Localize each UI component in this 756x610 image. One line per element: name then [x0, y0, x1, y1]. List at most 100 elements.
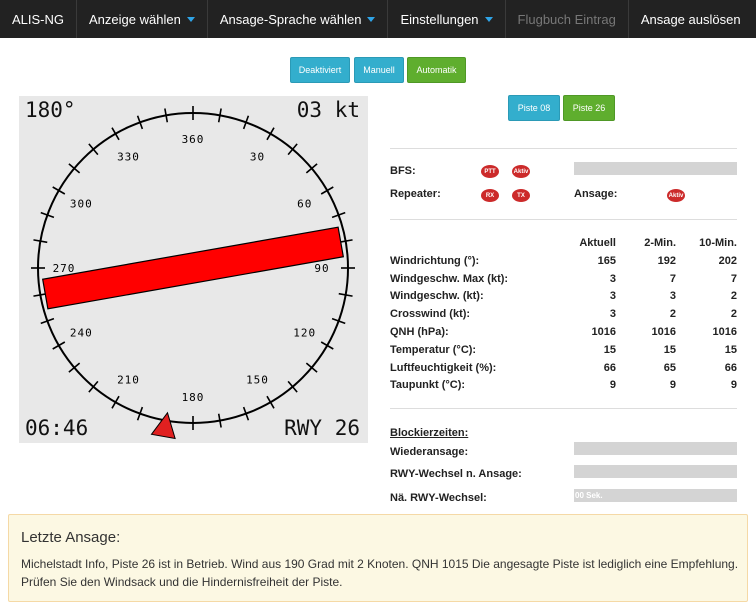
compass-tick — [320, 186, 334, 195]
compass-rose: 360 30 60 90 120 150 180 210 240 270 300 330 — [31, 106, 355, 440]
nav-ansage-ausloesen[interactable]: Ansage auslösen — [629, 0, 753, 38]
compass-scale-label: 240 — [70, 327, 93, 340]
table-row: Windrichtung (°): 165 192 202 — [390, 252, 740, 270]
nav-anzeige-label: Anzeige wählen — [89, 11, 181, 27]
wind-direction-arrow-icon — [150, 411, 176, 440]
compass-scale-label: 120 — [293, 327, 316, 340]
cell-value: 9 — [669, 379, 676, 392]
table-row: Crosswind (kt): 3 2 2 — [390, 305, 740, 323]
caret-down-icon — [186, 16, 195, 22]
row-label: Windrichtung (°): — [390, 254, 480, 267]
compass-tick — [52, 186, 66, 195]
table-row: Windgeschw. (kt): 3 3 2 — [390, 288, 740, 306]
piste-08-button[interactable]: Piste 08 — [508, 95, 560, 121]
compass-scale-label: 210 — [117, 374, 140, 387]
compass-scale-label: 270 — [53, 262, 76, 275]
cell-value: 1016 — [651, 326, 676, 339]
cell-value: 9 — [730, 379, 737, 392]
bfs-aktiv-indicator: Aktiv — [512, 165, 530, 178]
row-label: Temperatur (°C): — [390, 343, 477, 356]
wind-compass: 360 30 60 90 120 150 180 210 240 270 300 330 180° 0… — [19, 96, 368, 443]
navbar: ALIS-NG Anzeige wählen Ansage-Sprache wä… — [0, 0, 756, 38]
table-header-row: Aktuell 2-Min. 10-Min. — [390, 234, 740, 252]
automatik-button[interactable]: Automatik — [407, 57, 466, 83]
cell-value: 192 — [657, 254, 676, 267]
table-row: Windgeschw. Max (kt): 3 7 7 — [390, 270, 740, 288]
divider — [390, 148, 737, 149]
compass-tick — [111, 127, 120, 141]
naechster-rwy-wechsel-label: Nä. RWY-Wechsel: — [390, 492, 487, 504]
rwy-wechsel-ansage-label: RWY-Wechsel n. Ansage: — [390, 468, 522, 480]
compass-tick — [266, 395, 275, 409]
row-label: Windgeschw. (kt): — [390, 290, 484, 303]
compass-scale-label: 60 — [297, 198, 312, 211]
nav-anzeige-waehlen[interactable]: Anzeige wählen — [77, 0, 208, 38]
compass-scale-label: 90 — [314, 262, 329, 275]
bfs-label: BFS: — [390, 165, 416, 177]
ansage-label: Ansage: — [574, 188, 618, 200]
heading-readout: 180° — [25, 98, 76, 122]
row-label: QNH (hPa): — [390, 326, 449, 339]
nav-flugbuch-eintrag: Flugbuch Eintrag — [506, 0, 629, 38]
compass-scale-label: 150 — [246, 374, 269, 387]
compass-tick — [111, 395, 120, 409]
compass-tick — [320, 341, 334, 350]
progress-text: 00 Sek. — [575, 491, 603, 500]
naechster-rwy-wechsel-bar: 00 Sek. — [574, 489, 737, 502]
row-label: Taupunkt (°C): — [390, 379, 466, 392]
compass-scale-label: 360 — [182, 133, 205, 146]
row-label: Crosswind (kt): — [390, 308, 471, 321]
row-label: Windgeschw. Max (kt): — [390, 272, 509, 285]
bfs-status-bar — [574, 162, 737, 175]
compass-scale-label: 30 — [250, 150, 265, 163]
brand-link[interactable]: ALIS-NG — [0, 0, 78, 38]
cell-value: 65 — [663, 361, 676, 374]
last-announcement-panel: Letzte Ansage: Michelstadt Info, Piste 2… — [8, 514, 748, 602]
deaktiviert-button[interactable]: Deaktiviert — [290, 57, 350, 83]
compass-scale-label: 300 — [70, 198, 93, 211]
table-row: Temperatur (°C): 15 15 15 — [390, 341, 740, 359]
piste-26-button[interactable]: Piste 26 — [563, 95, 615, 121]
cell-value: 165 — [597, 254, 616, 267]
rx-indicator: RX — [481, 189, 499, 202]
rwy-wechsel-ansage-bar — [574, 465, 737, 478]
nav-ansage-sprache[interactable]: Ansage-Sprache wählen — [208, 0, 389, 38]
manuell-button[interactable]: Manuell — [354, 57, 404, 83]
time-readout: 06:46 — [25, 416, 89, 440]
cell-value: 3 — [609, 308, 616, 321]
cell-value: 2 — [669, 308, 676, 321]
nav-ansage-sprache-label: Ansage-Sprache wählen — [219, 11, 362, 27]
runway-readout: RWY 26 — [284, 416, 360, 440]
nav-einstellungen[interactable]: Einstellungen — [388, 0, 506, 38]
caret-down-icon — [367, 16, 376, 22]
wiederansage-label: Wiederansage: — [390, 446, 469, 458]
divider — [390, 219, 737, 220]
speed-readout: 03 kt — [296, 98, 360, 122]
cell-value: 3 — [609, 290, 616, 303]
cell-value: 66 — [603, 361, 616, 374]
cell-value: 15 — [603, 343, 616, 356]
cell-value: 7 — [669, 272, 676, 285]
ptt-indicator: PTT — [481, 165, 499, 178]
table-row: QNH (hPa): 1016 1016 1016 — [390, 323, 740, 341]
cell-value: 7 — [730, 272, 737, 285]
wiederansage-bar — [574, 442, 737, 455]
cell-value: 1016 — [591, 326, 616, 339]
cell-value: 202 — [718, 254, 737, 267]
repeater-label: Repeater: — [390, 188, 441, 200]
ansage-aktiv-indicator: Aktiv — [667, 189, 685, 202]
row-label: Luftfeuchtigkeit (%): — [390, 361, 497, 374]
divider — [390, 408, 737, 409]
cell-value: 66 — [724, 361, 737, 374]
compass-tick — [266, 127, 275, 141]
cell-value: 15 — [663, 343, 676, 356]
blockierzeiten-title: Blockierzeiten: — [390, 427, 469, 439]
col-aktuell: Aktuell — [579, 237, 616, 249]
cell-value: 1016 — [712, 326, 737, 339]
cell-value: 3 — [609, 272, 616, 285]
runway-bar — [41, 226, 345, 310]
caret-down-icon — [484, 16, 493, 22]
compass-tick — [52, 341, 66, 350]
last-announcement-text: Michelstadt Info, Piste 26 ist in Betrie… — [21, 557, 739, 589]
compass-scale-label: 180 — [182, 391, 205, 404]
